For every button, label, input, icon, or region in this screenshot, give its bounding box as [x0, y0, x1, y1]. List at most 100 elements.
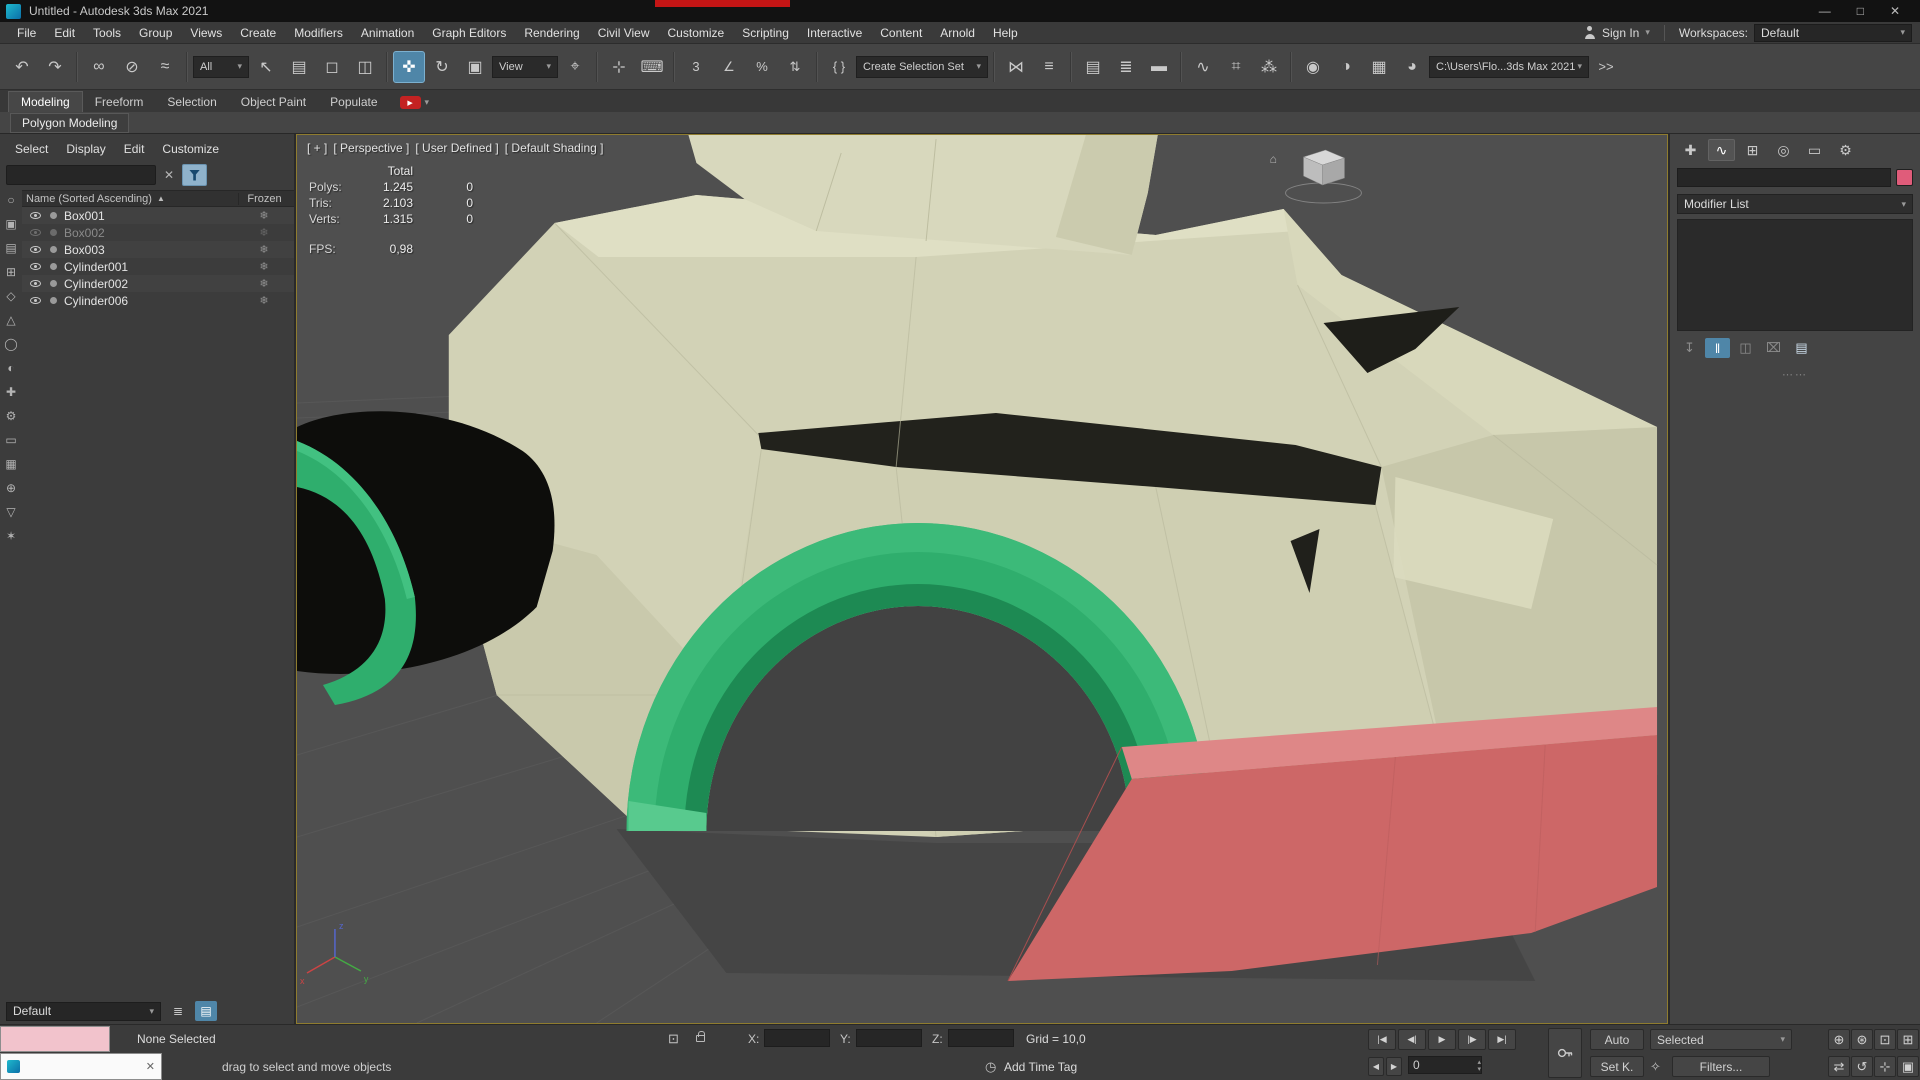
region-select-button[interactable]: ◻	[316, 51, 348, 83]
frozen-snowflake-icon[interactable]: ❄	[238, 226, 290, 239]
tab-utilities[interactable]: ⚙	[1832, 139, 1859, 161]
tab-freeform[interactable]: Freeform	[83, 92, 156, 112]
toolbar-overflow-button[interactable]: >>	[1590, 51, 1622, 83]
spinner-down-icon[interactable]: ▾	[1477, 1066, 1481, 1073]
select-by-name-button[interactable]: ▤	[283, 51, 315, 83]
rendered-frame-window-button[interactable]: ▦	[1363, 51, 1395, 83]
make-unique-button[interactable]: ◫	[1733, 338, 1758, 358]
undo-button[interactable]: ↶	[6, 51, 38, 83]
schematic-view-button[interactable]: ⌗	[1220, 51, 1252, 83]
panel-splitter-grip[interactable]: ⋯⋯	[1677, 368, 1913, 381]
zoom-region-button[interactable]: ⊞	[1897, 1029, 1919, 1050]
listener-close-icon[interactable]: ✕	[146, 1060, 155, 1073]
pivot-center-button[interactable]: ⌖	[559, 51, 591, 83]
selection-lock-toggle[interactable]	[696, 1029, 705, 1045]
select-and-manipulate-button[interactable]: ⊹	[603, 51, 635, 83]
object-name[interactable]: Box001	[64, 209, 238, 223]
tutorial-video-button[interactable]: ▶ ▾	[400, 96, 430, 109]
menu-file[interactable]: File	[8, 24, 45, 42]
display-geometry-icon[interactable]: ▣	[5, 217, 16, 231]
frozen-snowflake-icon[interactable]: ❄	[238, 243, 290, 256]
snap-toggle-button[interactable]: 3	[680, 51, 712, 83]
object-name[interactable]: Cylinder006	[64, 294, 238, 308]
display-cameras-icon[interactable]: ◇	[6, 289, 15, 303]
tab-create[interactable]: ✚	[1677, 139, 1704, 161]
object-name[interactable]: Box003	[64, 243, 238, 257]
display-lights-icon[interactable]: ⊞	[6, 265, 16, 279]
display-groups-icon[interactable]: ◐	[7, 361, 14, 375]
pan-view-button[interactable]: ⇄	[1828, 1056, 1850, 1077]
tab-modify[interactable]: ∿	[1708, 139, 1735, 161]
configure-modifier-sets-button[interactable]: ▤	[1789, 338, 1814, 358]
maximize-viewport-toggle[interactable]: ▣	[1897, 1056, 1919, 1077]
render-setup-button[interactable]: ◑	[1330, 51, 1362, 83]
object-color-swatch[interactable]	[1896, 169, 1913, 186]
redo-button[interactable]: ↷	[39, 51, 71, 83]
menu-customize[interactable]: Customize	[659, 24, 734, 42]
perspective-viewport[interactable]: ⌂ x y z [ + ] [ Perspective ] [ User Def…	[296, 134, 1668, 1024]
menu-views[interactable]: Views	[181, 24, 231, 42]
table-row[interactable]: Box001 ❄	[22, 207, 294, 224]
particle-view-button[interactable]: ⁂	[1253, 51, 1285, 83]
menu-content[interactable]: Content	[871, 24, 931, 42]
menu-arnold[interactable]: Arnold	[931, 24, 984, 42]
sign-in-button[interactable]: Sign In	[1602, 26, 1639, 40]
x-coordinate-field[interactable]	[764, 1029, 830, 1047]
explorer-find-icon[interactable]: ⊕	[6, 481, 16, 495]
tab-display[interactable]: ▭	[1801, 139, 1828, 161]
chevron-down-icon[interactable]: ▾	[1645, 27, 1650, 38]
menu-animation[interactable]: Animation	[352, 24, 423, 42]
hierarchy-view-button[interactable]: ▤	[195, 1001, 217, 1021]
explorer-menu-customize[interactable]: Customize	[153, 140, 228, 158]
tab-selection[interactable]: Selection	[155, 92, 228, 112]
show-end-result-button[interactable]: ‖	[1705, 338, 1730, 358]
minimize-button[interactable]: —	[1819, 4, 1831, 18]
modifier-stack-well[interactable]	[1677, 219, 1913, 331]
layer-explorer-toggle-button[interactable]: ≣	[1110, 51, 1142, 83]
window-crossing-button[interactable]: ◫	[349, 51, 381, 83]
key-filters-button[interactable]: Filters...	[1672, 1056, 1770, 1077]
macro-recorder-field[interactable]	[0, 1026, 110, 1052]
material-editor-button[interactable]: ◉	[1297, 51, 1329, 83]
object-name[interactable]: Cylinder002	[64, 277, 238, 291]
frozen-snowflake-icon[interactable]: ❄	[238, 209, 290, 222]
table-row[interactable]: Cylinder006 ❄	[22, 292, 294, 309]
search-clear-icon[interactable]: ✕	[160, 168, 178, 182]
menu-help[interactable]: Help	[984, 24, 1027, 42]
play-button[interactable]: ▶	[1428, 1029, 1456, 1050]
layer-view-button[interactable]: ≣	[167, 1001, 189, 1021]
zoom-all-button[interactable]: ⊛	[1851, 1029, 1873, 1050]
display-bones-icon[interactable]: ▭	[5, 433, 16, 447]
frozen-snowflake-icon[interactable]: ❄	[238, 294, 290, 307]
menu-create[interactable]: Create	[231, 24, 285, 42]
menu-graph-editors[interactable]: Graph Editors	[423, 24, 515, 42]
tab-motion[interactable]: ◎	[1770, 139, 1797, 161]
object-name[interactable]: Cylinder001	[64, 260, 238, 274]
visibility-eye-icon[interactable]	[30, 297, 41, 304]
select-and-link-button[interactable]: ∞	[83, 51, 115, 83]
menu-scripting[interactable]: Scripting	[733, 24, 798, 42]
unlink-selection-button[interactable]: ⊘	[116, 51, 148, 83]
select-and-move-button[interactable]: ✜	[393, 51, 425, 83]
frozen-column-header[interactable]: Frozen	[238, 193, 290, 205]
maximize-button[interactable]: □	[1857, 4, 1864, 18]
tab-modeling[interactable]: Modeling	[8, 91, 83, 112]
display-spacewarps-icon[interactable]: ◯	[4, 337, 17, 351]
table-row[interactable]: Cylinder001 ❄	[22, 258, 294, 275]
tab-object-paint[interactable]: Object Paint	[229, 92, 318, 112]
visibility-eye-icon[interactable]	[30, 246, 41, 253]
go-to-end-button[interactable]: ▶|	[1488, 1029, 1516, 1050]
bind-to-spacewarp-button[interactable]: ≈	[149, 51, 181, 83]
project-path-dropdown[interactable]: C:\Users\Flo...3ds Max 2021 ▾	[1429, 56, 1589, 78]
explorer-sort-icon[interactable]: ▽	[6, 505, 15, 519]
visibility-eye-icon[interactable]	[30, 229, 41, 236]
z-coordinate-field[interactable]	[948, 1029, 1014, 1047]
add-time-tag-button[interactable]: Add Time Tag	[1004, 1060, 1077, 1074]
viewport-menu-general[interactable]: [ + ]	[307, 141, 327, 155]
polygon-modeling-panel-tab[interactable]: Polygon Modeling	[10, 113, 129, 133]
key-step-back-button[interactable]: ◀	[1368, 1057, 1384, 1076]
menu-interactive[interactable]: Interactive	[798, 24, 871, 42]
frozen-snowflake-icon[interactable]: ❄	[238, 260, 290, 273]
next-frame-button[interactable]: |▶	[1458, 1029, 1486, 1050]
visibility-eye-icon[interactable]	[30, 263, 41, 270]
